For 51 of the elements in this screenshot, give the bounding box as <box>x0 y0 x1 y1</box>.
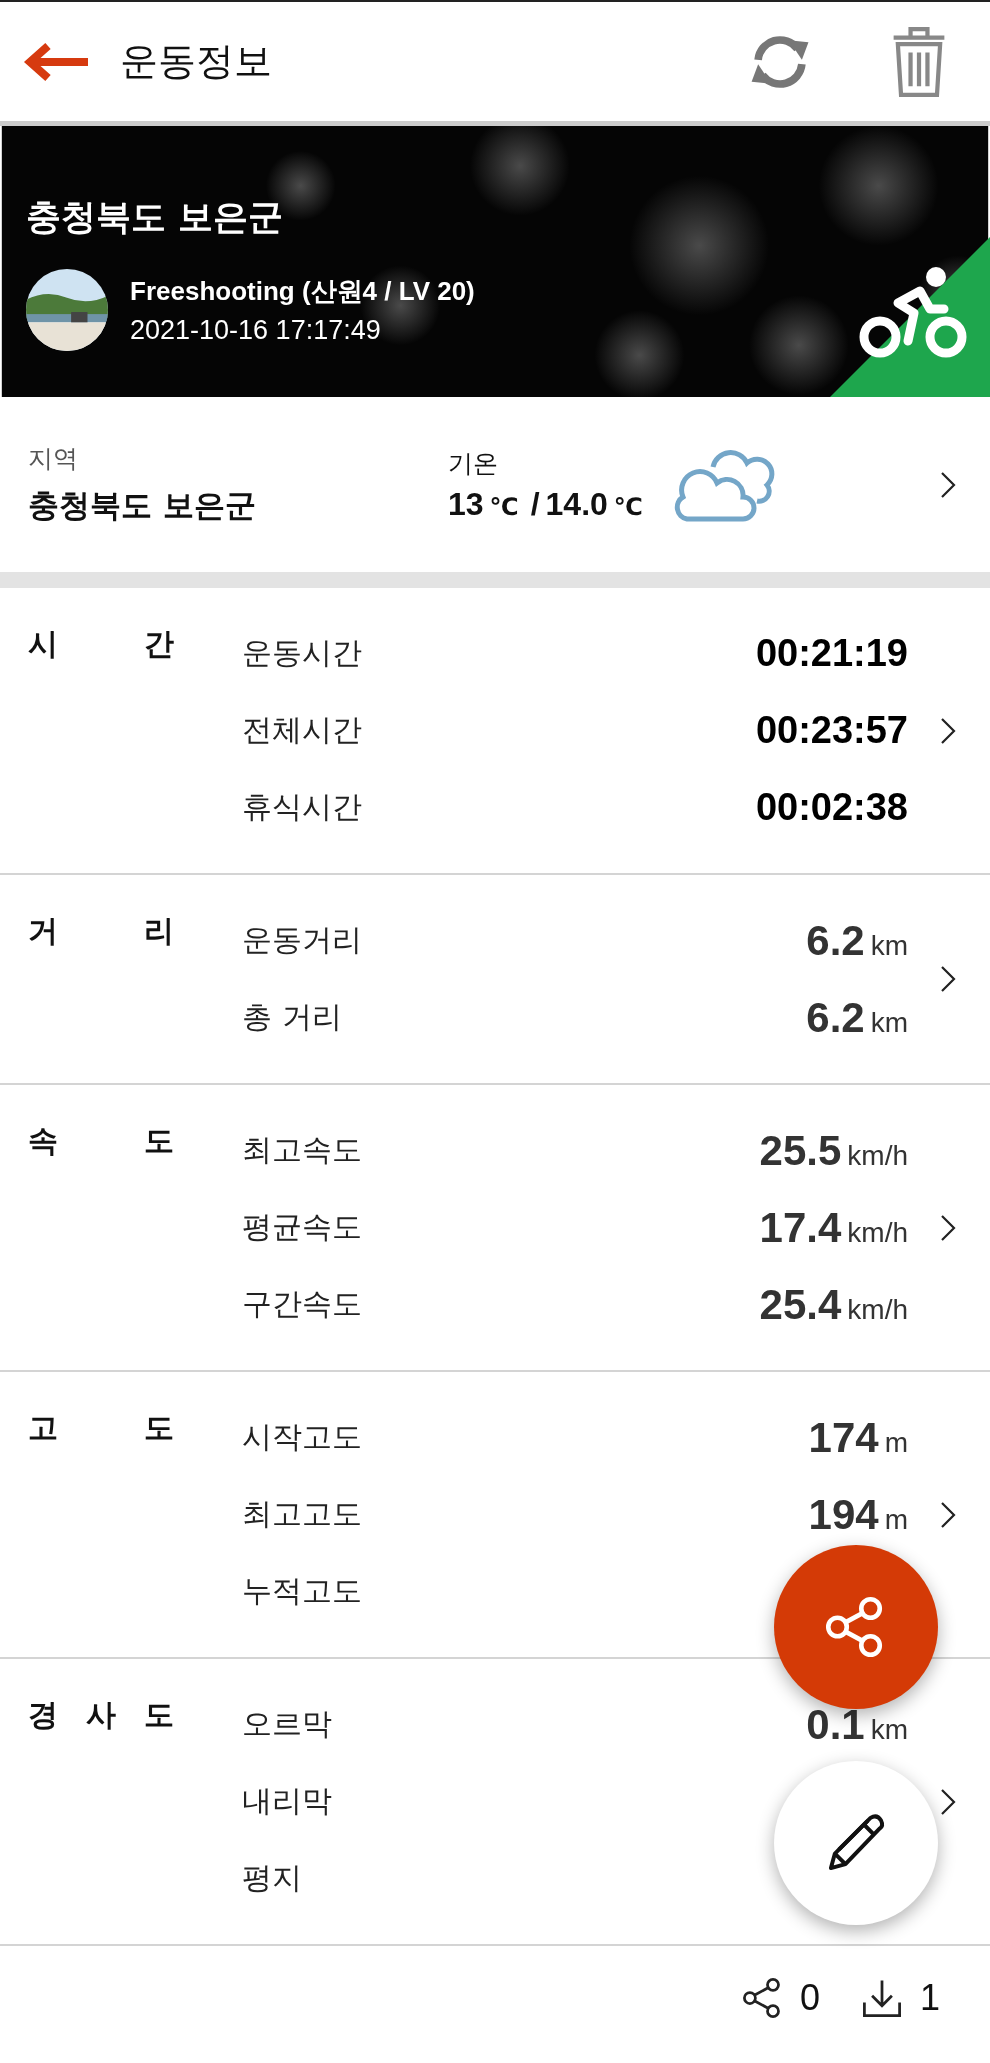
section-label: 시 간 <box>28 625 174 663</box>
stat-label: 운동시간 <box>242 634 362 672</box>
stat-label: 평균속도 <box>242 1208 362 1246</box>
unit-label: km/h <box>847 1139 908 1172</box>
temperature-value: 13 <box>448 485 484 523</box>
stat-label: 휴식시간 <box>242 788 362 826</box>
stat-value: 25.4 <box>759 1280 842 1329</box>
stat-label: 내리막 <box>242 1782 332 1820</box>
stat-label: 평지 <box>242 1859 302 1897</box>
unit-label: m <box>884 1426 908 1459</box>
stat-label: 최고고도 <box>242 1495 362 1533</box>
temperature-unit: ℃ <box>489 492 519 521</box>
share-button[interactable] <box>774 1545 938 1709</box>
section-label: 경 사 도 <box>28 1696 174 1734</box>
stat-label: 총 거리 <box>242 998 342 1036</box>
unit-label: km <box>870 1006 908 1039</box>
temperature-label: 기온 <box>448 447 499 480</box>
stat-value: 174 <box>808 1413 879 1462</box>
stat-label: 시작고도 <box>242 1418 362 1456</box>
stat-label: 최고속도 <box>242 1131 362 1169</box>
page-title: 운동정보 <box>120 38 272 85</box>
stat-value: 6.2 <box>806 993 865 1042</box>
stat-value: 6.2 <box>806 916 865 965</box>
unit-label: km/h <box>847 1293 908 1326</box>
stat-label: 전체시간 <box>242 711 362 749</box>
separator: / <box>530 485 540 523</box>
stat-value: 00:21:19 <box>755 632 908 675</box>
edit-button[interactable] <box>774 1761 938 1925</box>
stat-label: 누적고도 <box>242 1572 362 1610</box>
area-value: 충청북도 보은군 <box>28 486 257 525</box>
section-label: 거 리 <box>28 912 174 950</box>
stat-value: 194 <box>808 1490 879 1539</box>
area-label: 지역 <box>28 443 79 475</box>
stat-label: 운동거리 <box>242 921 362 959</box>
temperature-value: 14.0 <box>545 485 608 523</box>
stat-label: 오르막 <box>242 1705 332 1743</box>
stat-label: 구간속도 <box>242 1285 362 1323</box>
section-label: 고 도 <box>28 1409 174 1447</box>
temperature-unit: ℃ <box>613 492 643 521</box>
stat-value: 0.1 <box>806 1700 865 1749</box>
download-count: 1 <box>919 1977 940 2019</box>
stat-value: 25.5 <box>759 1126 842 1175</box>
stat-value: 00:23:57 <box>755 709 908 752</box>
unit-label: m <box>884 1503 908 1536</box>
section-label: 속 도 <box>28 1122 174 1160</box>
stat-value: 17.4 <box>759 1203 842 1252</box>
unit-label: km/h <box>847 1216 908 1249</box>
share-count: 0 <box>799 1977 820 2019</box>
unit-label: km <box>870 1713 908 1746</box>
unit-label: km <box>870 929 908 962</box>
stat-value: 00:02:38 <box>755 786 908 829</box>
